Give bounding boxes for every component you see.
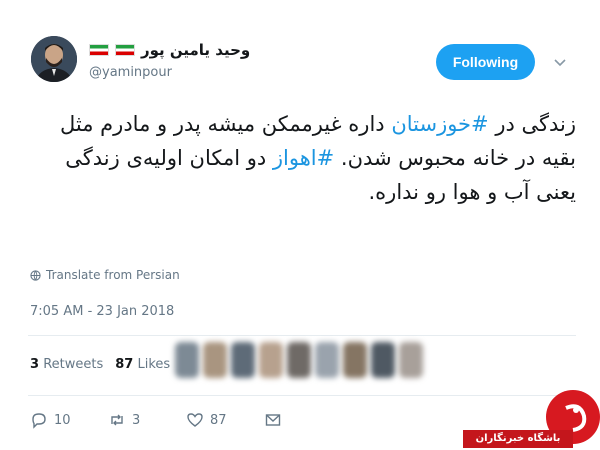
retweet-icon bbox=[111, 414, 123, 426]
liker-avatar[interactable] bbox=[259, 342, 283, 378]
retweet-button[interactable]: 3 bbox=[108, 411, 186, 429]
tweet-timestamp[interactable]: 7:05 AM - 23 Jan 2018 bbox=[30, 304, 174, 319]
likes-stat[interactable]: 87 Likes bbox=[115, 357, 170, 372]
translate-link[interactable]: Translate from Persian bbox=[30, 268, 180, 282]
likes-count: 87 bbox=[115, 357, 134, 372]
iran-flag-icon bbox=[115, 44, 135, 56]
reply-icon bbox=[32, 413, 46, 429]
author-handle[interactable]: @yaminpour bbox=[89, 65, 172, 80]
heart-icon bbox=[187, 413, 203, 427]
tweet-card: وحید یامین پور @yaminpour Following زندگ… bbox=[0, 0, 600, 450]
liker-avatar[interactable] bbox=[203, 342, 227, 378]
iran-flag-icon bbox=[89, 44, 109, 56]
chevron-down-icon[interactable] bbox=[552, 54, 568, 70]
liker-avatar[interactable] bbox=[343, 342, 367, 378]
likes-label: Likes bbox=[137, 357, 171, 372]
liker-avatar[interactable] bbox=[231, 342, 255, 378]
reply-count: 10 bbox=[54, 412, 71, 428]
retweets-count: 3 bbox=[30, 357, 40, 372]
avatar[interactable] bbox=[31, 36, 77, 82]
globe-icon bbox=[30, 269, 41, 281]
liker-avatar[interactable] bbox=[175, 342, 199, 378]
direct-message-button[interactable] bbox=[264, 411, 282, 429]
watermark-text: باشگاه خبرنگاران bbox=[463, 430, 573, 448]
hashtag-link[interactable]: #اهواز bbox=[273, 146, 334, 170]
author-name-row[interactable]: وحید یامین پور bbox=[89, 40, 250, 60]
liker-avatar[interactable] bbox=[399, 342, 423, 378]
author-display-name[interactable]: وحید یامین پور bbox=[141, 41, 250, 59]
divider bbox=[28, 395, 576, 396]
tweet-text: زندگی در #خوزستان داره غیرممکن میشه پدر … bbox=[28, 107, 576, 209]
divider bbox=[28, 335, 576, 336]
following-button[interactable]: Following bbox=[436, 44, 535, 80]
retweets-stat[interactable]: 3 Retweets bbox=[30, 357, 103, 372]
avatar-photo-icon bbox=[31, 36, 77, 82]
tweet-actions: 10 3 87 bbox=[30, 411, 282, 429]
hashtag-link[interactable]: #خوزستان bbox=[391, 112, 488, 136]
liker-avatar[interactable] bbox=[315, 342, 339, 378]
envelope-icon bbox=[265, 414, 281, 426]
retweets-label: Retweets bbox=[43, 357, 104, 372]
retweet-count: 3 bbox=[132, 412, 141, 428]
liker-avatar[interactable] bbox=[287, 342, 311, 378]
reply-button[interactable]: 10 bbox=[30, 411, 108, 429]
engagement-stats: 3 Retweets 87 Likes bbox=[30, 357, 170, 372]
liker-avatar[interactable] bbox=[371, 342, 395, 378]
tweet-text-segment: زندگی در bbox=[488, 112, 576, 136]
like-button[interactable]: 87 bbox=[186, 411, 264, 429]
translate-label: Translate from Persian bbox=[46, 268, 180, 282]
liker-avatars bbox=[175, 342, 423, 378]
like-count: 87 bbox=[210, 412, 227, 428]
